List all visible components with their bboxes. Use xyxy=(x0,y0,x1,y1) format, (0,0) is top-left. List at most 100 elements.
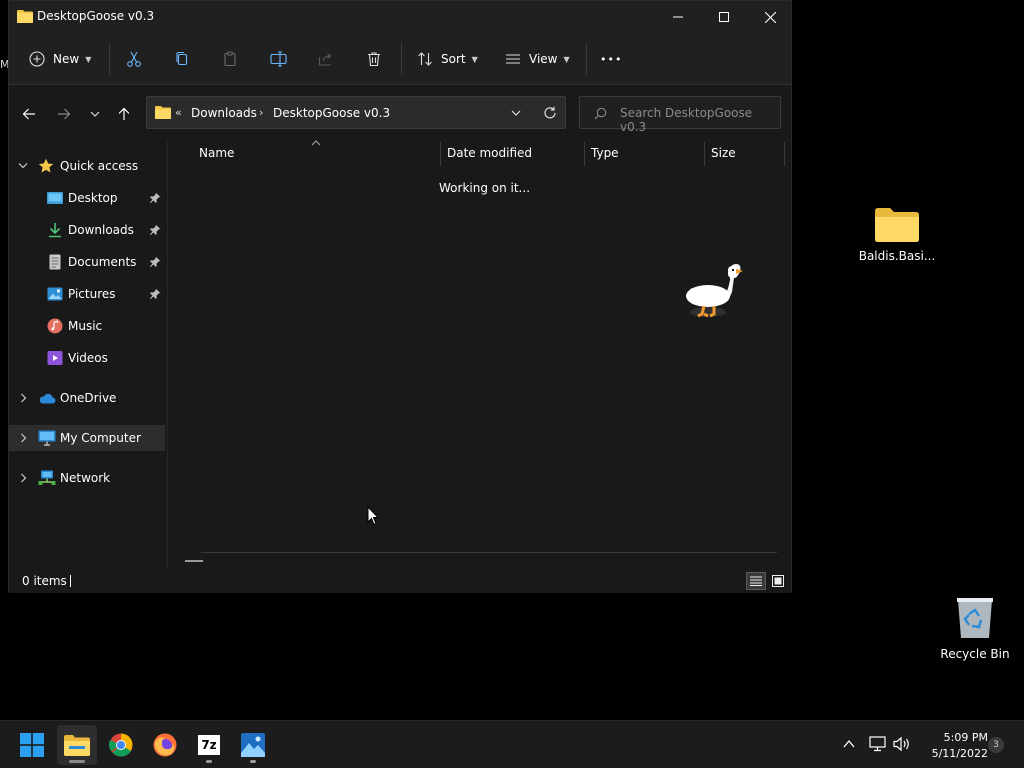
loading-message: Working on it... xyxy=(439,181,531,195)
refresh-icon[interactable] xyxy=(543,106,557,120)
breadcrumb-downloads[interactable]: Downloads xyxy=(191,106,257,120)
copy-button[interactable] xyxy=(174,43,190,75)
minimize-button[interactable] xyxy=(655,1,701,33)
chevron-down-icon: ▼ xyxy=(85,54,92,64)
running-indicator xyxy=(206,760,212,763)
running-indicator xyxy=(69,760,85,763)
trash-icon xyxy=(368,52,380,67)
desktop-folder-icon xyxy=(47,192,63,204)
chevron-down-icon: ▼ xyxy=(563,54,570,64)
rename-button[interactable] xyxy=(270,43,288,75)
desktop-folder-baldis[interactable]: Baldis.Basi... xyxy=(858,206,936,263)
start-button[interactable] xyxy=(12,725,52,765)
paste-icon xyxy=(224,51,236,67)
address-bar[interactable]: « Downloads › DesktopGoose v0.3 xyxy=(146,96,566,129)
search-box[interactable]: Search DesktopGoose v0.3 xyxy=(579,96,781,134)
volume-icon[interactable] xyxy=(893,736,911,752)
nav-my-computer[interactable]: My Computer xyxy=(9,425,165,451)
item-count: 0 items xyxy=(22,574,67,588)
maximize-button[interactable] xyxy=(701,1,747,33)
recent-locations-button[interactable] xyxy=(84,103,106,125)
sort-label: Sort xyxy=(441,52,466,66)
arrow-up-icon xyxy=(118,107,130,120)
up-button[interactable] xyxy=(113,103,135,125)
sidebar-item-label: Desktop xyxy=(68,191,118,205)
pin-icon[interactable] xyxy=(149,288,161,300)
address-history-chevron-icon[interactable] xyxy=(511,108,521,118)
chevron-right-icon[interactable] xyxy=(20,393,28,403)
nav-quick-access[interactable]: Quick access xyxy=(9,153,165,179)
large-icons-view-button[interactable] xyxy=(769,572,787,590)
notification-badge[interactable]: 3 xyxy=(988,737,1004,753)
view-list-icon xyxy=(506,54,520,64)
column-header-type[interactable]: Type xyxy=(591,146,619,160)
nav-network[interactable]: Network xyxy=(9,465,165,491)
column-header-size[interactable]: Size xyxy=(711,146,736,160)
taskbar-photos[interactable] xyxy=(233,725,273,765)
toolbar-divider xyxy=(401,43,402,75)
toolbar-divider xyxy=(109,43,110,75)
pin-icon[interactable] xyxy=(149,192,161,204)
nav-my-computer-label: My Computer xyxy=(60,431,141,445)
maximize-icon xyxy=(719,12,729,22)
horizontal-scroll-track[interactable] xyxy=(201,552,777,553)
pin-icon[interactable] xyxy=(149,256,161,268)
status-divider xyxy=(70,575,71,587)
pictures-icon xyxy=(47,287,63,301)
pin-icon[interactable] xyxy=(149,224,161,236)
chevron-up-icon[interactable] xyxy=(843,739,855,749)
column-header-name[interactable]: Name xyxy=(199,146,234,160)
column-divider[interactable] xyxy=(584,142,585,166)
column-divider[interactable] xyxy=(704,142,705,166)
chevron-right-icon[interactable] xyxy=(20,473,28,483)
column-divider[interactable] xyxy=(784,142,785,166)
back-button[interactable] xyxy=(18,103,40,125)
sort-icon xyxy=(418,52,432,66)
sidebar-item-videos[interactable]: Videos xyxy=(9,345,165,371)
star-icon xyxy=(38,158,54,173)
taskbar-7zip[interactable]: 7z xyxy=(189,725,229,765)
horizontal-scroll-thumb[interactable] xyxy=(185,560,203,562)
cut-button[interactable] xyxy=(126,43,142,75)
paste-button[interactable] xyxy=(222,43,238,75)
more-options-button[interactable]: ••• xyxy=(600,43,622,75)
computer-icon xyxy=(38,430,56,446)
sidebar-item-music[interactable]: Music xyxy=(9,313,165,339)
network-status-icon[interactable] xyxy=(869,736,887,752)
sidebar-item-pictures[interactable]: Pictures xyxy=(9,281,165,307)
breadcrumb-separator[interactable]: › xyxy=(259,106,263,119)
desktop-goose[interactable] xyxy=(684,262,744,320)
new-button[interactable]: New ▼ xyxy=(29,43,91,75)
new-label: New xyxy=(53,52,80,66)
plus-circle-icon xyxy=(29,51,45,67)
close-button[interactable] xyxy=(747,1,793,33)
delete-button[interactable] xyxy=(366,43,382,75)
pane-splitter[interactable] xyxy=(167,140,168,568)
chevron-right-icon[interactable] xyxy=(20,433,28,443)
breadcrumb-current-folder[interactable]: DesktopGoose v0.3 xyxy=(273,106,390,120)
taskbar-chrome[interactable] xyxy=(101,725,141,765)
column-header-date-modified[interactable]: Date modified xyxy=(447,146,532,160)
window-title: DesktopGoose v0.3 xyxy=(37,9,155,23)
title-bar[interactable]: DesktopGoose v0.3 xyxy=(9,1,791,33)
details-view-button[interactable] xyxy=(746,572,766,590)
nav-onedrive[interactable]: OneDrive xyxy=(9,385,165,411)
desktop: M DesktopGoose v0.3 New ▼ Sort ▼ View ▼ … xyxy=(0,0,1024,768)
desktop-recycle-bin[interactable]: Recycle Bin xyxy=(938,596,1012,661)
taskbar-file-explorer[interactable] xyxy=(57,725,97,765)
sidebar-item-documents[interactable]: Documents xyxy=(9,249,165,275)
view-button[interactable]: View ▼ xyxy=(505,43,570,75)
column-divider[interactable] xyxy=(440,142,441,166)
videos-icon xyxy=(47,351,63,365)
breadcrumb-overflow[interactable]: « xyxy=(175,106,182,119)
arrow-right-icon xyxy=(58,108,71,120)
sort-button[interactable]: Sort ▼ xyxy=(417,43,478,75)
taskbar-firefox[interactable] xyxy=(145,725,185,765)
forward-button[interactable] xyxy=(53,103,75,125)
chevron-down-icon[interactable] xyxy=(18,162,28,170)
rename-icon xyxy=(270,51,287,67)
sidebar-item-downloads[interactable]: Downloads xyxy=(9,217,165,243)
sidebar-item-desktop[interactable]: Desktop xyxy=(9,185,165,211)
share-button[interactable] xyxy=(318,43,334,75)
system-clock[interactable]: 5:09 PM 5/11/2022 xyxy=(918,730,988,762)
